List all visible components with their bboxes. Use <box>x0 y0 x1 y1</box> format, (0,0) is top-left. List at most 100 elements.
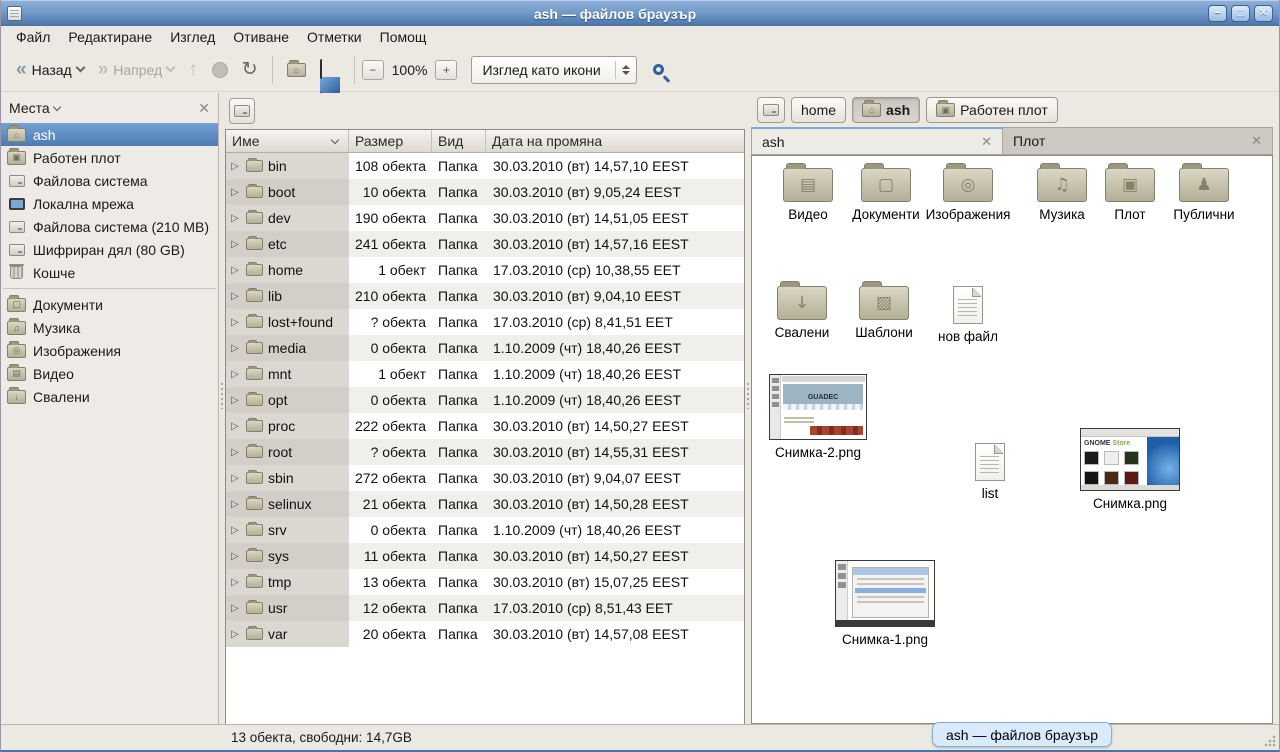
expander-icon[interactable]: ▷ <box>231 161 241 172</box>
tab-close-icon[interactable]: ✕ <box>1241 133 1262 149</box>
table-row[interactable]: ▷lib210 обектаПапка30.03.2010 (вт) 9,04,… <box>226 283 744 309</box>
column-header-date[interactable]: Дата на промяна <box>486 130 744 153</box>
tab-ash[interactable]: ash✕ <box>751 127 1003 154</box>
table-row[interactable]: ▷usr12 обектаПапка17.03.2010 (ср) 8,51,4… <box>226 595 744 621</box>
icon-item-Снимка.png[interactable]: GNOME StoreСнимка.png <box>1074 428 1186 512</box>
expander-icon[interactable]: ▷ <box>231 421 241 432</box>
icon-item-Публични[interactable]: ♟Публични <box>1160 168 1248 223</box>
icon-item-Плот[interactable]: ▣Плот <box>1090 168 1170 223</box>
icon-item-Снимка-1.png[interactable]: Снимка-1.png <box>832 560 938 648</box>
close-button[interactable]: ✕ <box>1254 5 1273 22</box>
stop-button[interactable] <box>205 57 235 83</box>
expander-icon[interactable]: ▷ <box>231 525 241 536</box>
menu-Редактиране[interactable]: Редактиране <box>59 27 161 47</box>
expander-icon[interactable]: ▷ <box>231 317 241 328</box>
expander-icon[interactable]: ▷ <box>231 551 241 562</box>
table-row[interactable]: ▷mnt1 обектПапка1.10.2009 (чт) 18,40,26 … <box>226 361 744 387</box>
filesystem-root-button[interactable] <box>229 98 255 124</box>
expander-icon[interactable]: ▷ <box>231 343 241 354</box>
menu-Файл[interactable]: Файл <box>7 27 59 47</box>
search-icon[interactable] <box>653 64 664 75</box>
table-row[interactable]: ▷sbin272 обектаПапка30.03.2010 (вт) 9,04… <box>226 465 744 491</box>
menu-Отиване[interactable]: Отиване <box>224 27 298 47</box>
icon-item-list[interactable]: list <box>948 443 1032 502</box>
menu-Помощ[interactable]: Помощ <box>371 27 436 47</box>
expander-icon[interactable]: ▷ <box>231 447 241 458</box>
sidebar-mode-select[interactable]: Места <box>9 100 60 116</box>
table-row[interactable]: ▷srv0 обектаПапка1.10.2009 (чт) 18,40,26… <box>226 517 744 543</box>
back-dropdown-icon[interactable] <box>75 63 85 73</box>
home-button[interactable]: ⌂ <box>280 58 313 82</box>
icon-item-Документи[interactable]: ▢Документи <box>838 168 934 223</box>
sidebar-item-Кошче[interactable]: Кошче <box>1 261 218 284</box>
menu-Изглед[interactable]: Изглед <box>161 27 224 47</box>
zoom-out-button[interactable]: − <box>362 60 384 80</box>
sidebar-close-icon[interactable]: ✕ <box>198 100 210 117</box>
expander-icon[interactable]: ▷ <box>231 577 241 588</box>
icon-item-Изображения[interactable]: ◎Изображения <box>924 168 1012 223</box>
zoom-in-button[interactable]: + <box>435 60 457 80</box>
icon-view[interactable]: ▤Видео▢Документи◎Изображения♫Музика▣Плот… <box>751 155 1273 724</box>
sidebar-item-Шифриран дял (80 GB)[interactable]: Шифриран дял (80 GB) <box>1 238 218 261</box>
computer-button[interactable] <box>313 56 347 83</box>
table-row[interactable]: ▷var20 обектаПапка30.03.2010 (вт) 14,57,… <box>226 621 744 647</box>
column-header-name[interactable]: Име <box>226 130 349 153</box>
back-button[interactable]: « Назад <box>9 56 91 84</box>
expander-icon[interactable]: ▷ <box>231 473 241 484</box>
path-button-ash[interactable]: ⌂ash <box>852 97 920 123</box>
table-row[interactable]: ▷sys11 обектаПапка30.03.2010 (вт) 14,50,… <box>226 543 744 569</box>
minimize-button[interactable]: − <box>1208 5 1227 22</box>
expander-icon[interactable]: ▷ <box>231 265 241 276</box>
column-header-size[interactable]: Размер <box>349 130 432 153</box>
sidebar-item-Документи[interactable]: ▢Документи <box>1 293 218 316</box>
expander-icon[interactable]: ▷ <box>231 239 241 250</box>
resize-grip[interactable] <box>1264 735 1276 747</box>
table-row[interactable]: ▷etc241 обектаПапка30.03.2010 (вт) 14,57… <box>226 231 744 257</box>
table-row[interactable]: ▷home1 обектПапка17.03.2010 (ср) 10,38,5… <box>226 257 744 283</box>
expander-icon[interactable]: ▷ <box>231 291 241 302</box>
path-button-Работен плот[interactable]: ▣Работен плот <box>926 97 1058 123</box>
icon-item-нов файл[interactable]: нов файл <box>926 286 1010 345</box>
table-row[interactable]: ▷lost+found? обектаПапка17.03.2010 (ср) … <box>226 309 744 335</box>
path-root-button[interactable] <box>757 97 785 123</box>
up-button[interactable]: ↑ <box>181 55 205 85</box>
view-mode-spinner-icon[interactable] <box>622 65 630 75</box>
forward-button[interactable]: » Напред <box>91 56 182 84</box>
maximize-button[interactable]: □ <box>1231 5 1250 22</box>
sidebar-item-Изображения[interactable]: ◎Изображения <box>1 339 218 362</box>
sidebar-item-Файлова система (210 MB)[interactable]: Файлова система (210 MB) <box>1 215 218 238</box>
expander-icon[interactable]: ▷ <box>231 369 241 380</box>
menu-Отметки[interactable]: Отметки <box>298 27 371 47</box>
table-row[interactable]: ▷root? обектаПапка30.03.2010 (вт) 14,55,… <box>226 439 744 465</box>
reload-button[interactable]: ↻ <box>235 55 265 85</box>
sidebar-item-Работен плот[interactable]: ▣Работен плот <box>1 146 218 169</box>
tab-Плот[interactable]: Плот✕ <box>1003 127 1273 154</box>
icon-item-Снимка-2.png[interactable]: GUADECСнимка-2.png <box>767 374 869 461</box>
table-row[interactable]: ▷bin108 обектаПапка30.03.2010 (вт) 14,57… <box>226 153 744 179</box>
table-row[interactable]: ▷boot10 обектаПапка30.03.2010 (вт) 9,05,… <box>226 179 744 205</box>
sidebar-item-Видео[interactable]: ▤Видео <box>1 362 218 385</box>
expander-icon[interactable]: ▷ <box>231 603 241 614</box>
table-row[interactable]: ▷opt0 обектаПапка1.10.2009 (чт) 18,40,26… <box>226 387 744 413</box>
sidebar-item-Свалени[interactable]: ↓Свалени <box>1 385 218 408</box>
expander-icon[interactable]: ▷ <box>231 395 241 406</box>
tab-close-icon[interactable]: ✕ <box>971 134 992 150</box>
icon-item-Свалени[interactable]: ↓Свалени <box>760 286 844 341</box>
sidebar-item-ash[interactable]: ⌂ash <box>1 123 218 146</box>
expander-icon[interactable]: ▷ <box>231 629 241 640</box>
table-row[interactable]: ▷dev190 обектаПапка30.03.2010 (вт) 14,51… <box>226 205 744 231</box>
table-row[interactable]: ▷proc222 обектаПапка30.03.2010 (вт) 14,5… <box>226 413 744 439</box>
table-row[interactable]: ▷selinux21 обектаПапка30.03.2010 (вт) 14… <box>226 491 744 517</box>
table-row[interactable]: ▷tmp13 обектаПапка30.03.2010 (вт) 15,07,… <box>226 569 744 595</box>
sidebar-item-Музика[interactable]: ♫Музика <box>1 316 218 339</box>
expander-icon[interactable]: ▷ <box>231 187 241 198</box>
table-row[interactable]: ▷media0 обектаПапка1.10.2009 (чт) 18,40,… <box>226 335 744 361</box>
sidebar-item-Локална мрежа[interactable]: Локална мрежа <box>1 192 218 215</box>
column-header-type[interactable]: Вид <box>432 130 486 153</box>
sidebar-item-Файлова система[interactable]: Файлова система <box>1 169 218 192</box>
view-mode-select[interactable]: Изглед като икони <box>471 56 636 84</box>
expander-icon[interactable]: ▷ <box>231 499 241 510</box>
pane-splitter[interactable] <box>219 93 225 724</box>
expander-icon[interactable]: ▷ <box>231 213 241 224</box>
path-button-home[interactable]: home <box>791 97 846 123</box>
